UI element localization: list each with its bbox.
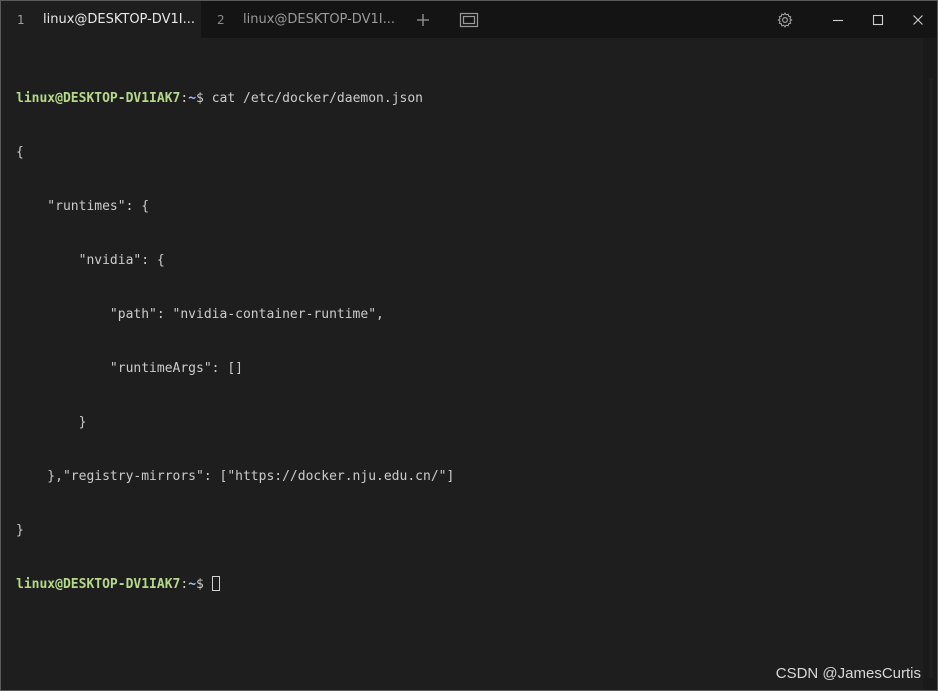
prompt-line: linux@DESKTOP-DV1IAK7:~$	[16, 576, 923, 594]
tab-overview-button[interactable]	[449, 1, 489, 38]
close-button[interactable]	[898, 1, 937, 38]
text-cursor	[211, 576, 220, 591]
command-line: linux@DESKTOP-DV1IAK7:~$ cat /etc/docker…	[16, 90, 923, 108]
scrollbar[interactable]	[923, 38, 937, 690]
title-bar: 1 linux@DESKTOP-DV1I... 2 linux@DESKTOP-…	[1, 1, 937, 38]
output-line: }	[16, 523, 24, 538]
new-tab-button[interactable]	[403, 1, 443, 38]
terminal-window: 1 linux@DESKTOP-DV1I... 2 linux@DESKTOP-…	[0, 0, 938, 691]
plus-icon	[417, 13, 429, 26]
prompt-path: ~	[188, 577, 197, 592]
prompt-symbol: $	[196, 91, 212, 106]
gear-icon	[777, 11, 793, 28]
minimize-button[interactable]	[818, 1, 858, 38]
output-line: },"registry-mirrors": ["https://docker.n…	[16, 469, 455, 484]
tab-number: 2	[217, 12, 225, 27]
output-line: "nvidia": {	[16, 253, 165, 268]
maximize-icon	[872, 14, 884, 25]
output-line: "runtimeArgs": []	[16, 361, 243, 376]
prompt-symbol: $	[196, 577, 212, 592]
command-text: cat /etc/docker/daemon.json	[211, 91, 424, 106]
output-line: }	[16, 415, 87, 430]
tab-overview-icon	[459, 12, 479, 27]
output-line: "runtimes": {	[16, 199, 150, 214]
tab-title: linux@DESKTOP-DV1I...	[43, 12, 195, 27]
terminal-output[interactable]: linux@DESKTOP-DV1IAK7:~$ cat /etc/docker…	[1, 38, 923, 690]
tab-title: linux@DESKTOP-DV1I...	[243, 12, 395, 27]
prompt-user: linux@DESKTOP-DV1IAK7	[16, 91, 181, 106]
output-line: {	[16, 145, 24, 160]
prompt-user: linux@DESKTOP-DV1IAK7	[16, 577, 181, 592]
minimize-icon	[833, 19, 843, 21]
tab-2[interactable]: 2 linux@DESKTOP-DV1I...	[201, 1, 401, 38]
tab-1[interactable]: 1 linux@DESKTOP-DV1I...	[1, 1, 201, 38]
prompt-path: ~	[188, 91, 197, 106]
close-icon	[913, 14, 923, 25]
tab-number: 1	[17, 12, 25, 27]
maximize-button[interactable]	[858, 1, 898, 38]
watermark: CSDN @JamesCurtis	[775, 665, 921, 682]
scrollbar-thumb[interactable]	[929, 78, 933, 678]
settings-button[interactable]	[765, 1, 805, 38]
output-line: "path": "nvidia-container-runtime",	[16, 307, 384, 322]
